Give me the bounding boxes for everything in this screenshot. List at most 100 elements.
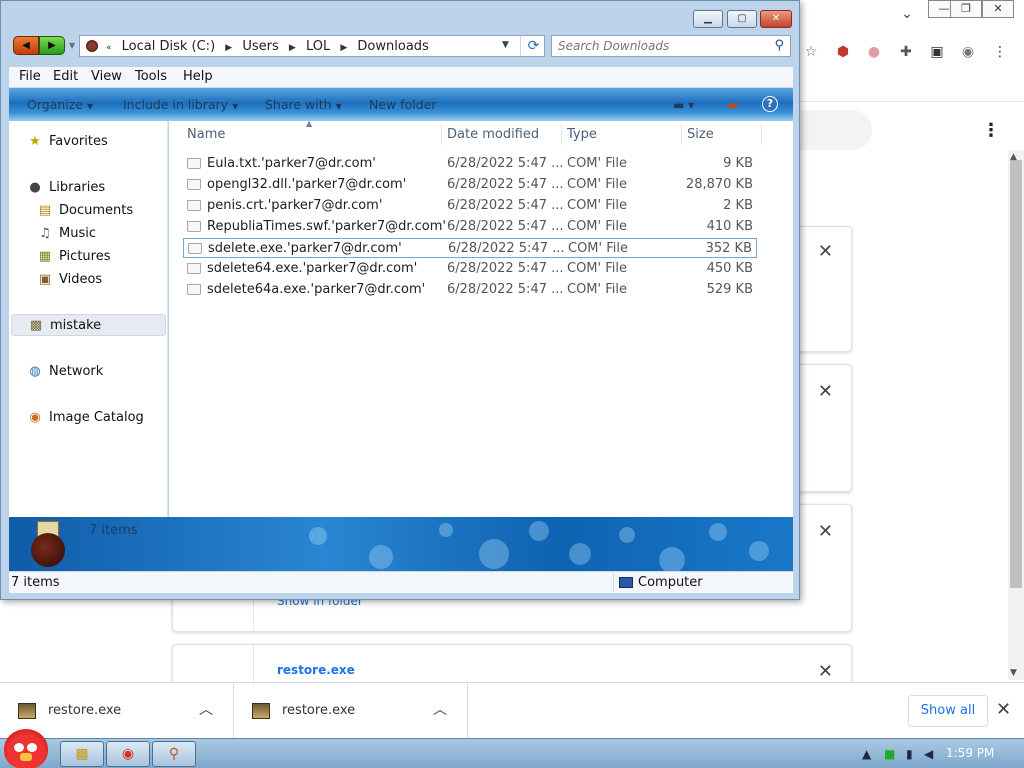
close-shelf-icon[interactable]: ✕: [996, 699, 1011, 720]
music-icon: ♫: [39, 226, 51, 241]
file-size: 28,870 KB: [685, 177, 753, 192]
file-icon: [187, 221, 201, 232]
file-row[interactable]: RepubliaTimes.swf.'parker7@dr.com' 6/28/…: [183, 217, 757, 237]
file-name: penis.crt.'parker7@dr.com': [207, 198, 383, 213]
close-button[interactable]: ✕: [760, 10, 792, 28]
downloads-more-icon[interactable]: ⋮: [982, 120, 1000, 141]
search-app-taskbar-icon[interactable]: ⚲: [152, 741, 196, 767]
maximize-button[interactable]: ▢: [727, 10, 757, 28]
chevron-up-icon[interactable]: ︿: [199, 699, 213, 719]
file-date: 6/28/2022 5:47 ...: [447, 261, 564, 276]
forward-arrow-icon[interactable]: ▶: [39, 36, 65, 55]
nav-music[interactable]: ♫ Music: [9, 223, 168, 245]
remove-download-icon[interactable]: ✕: [818, 241, 833, 262]
menu-edit[interactable]: Edit: [53, 69, 78, 84]
nav-libraries[interactable]: ● Libraries: [9, 177, 168, 199]
scroll-down-icon[interactable]: ▼: [1010, 668, 1017, 678]
chevron-up-icon[interactable]: ︿: [433, 699, 447, 719]
show-all-button[interactable]: Show all: [908, 695, 988, 727]
bookmark-star-icon[interactable]: ☆: [801, 42, 821, 62]
remove-download-icon[interactable]: ✕: [818, 381, 833, 402]
breadcrumb-overflow-icon[interactable]: «: [106, 43, 112, 53]
network-tray-icon[interactable]: ▮: [906, 747, 913, 761]
taskbar-clock[interactable]: 1:59 PM: [946, 746, 994, 760]
shelf-file-name: restore.exe: [282, 703, 356, 718]
explorer-window: ▁ ▢ ✕ ◀ ▶ ▼ « Local Disk (C:) ▶ Users ▶ …: [0, 0, 800, 600]
explorer-taskbar-icon[interactable]: ▩: [60, 741, 104, 767]
help-icon[interactable]: ?: [762, 96, 778, 112]
nav-documents[interactable]: ▤ Documents: [9, 200, 168, 222]
browser-close-button[interactable]: ✕: [982, 0, 1014, 18]
column-name[interactable]: Name: [187, 127, 225, 142]
scroll-up-icon[interactable]: ▲: [1010, 152, 1017, 162]
preview-pane-icon[interactable]: ▬: [727, 98, 738, 112]
file-date: 6/28/2022 5:47 ...: [447, 156, 564, 171]
start-button-icon[interactable]: [4, 729, 48, 768]
minimize-button[interactable]: ▁: [693, 10, 723, 28]
browser-menu-icon[interactable]: ⋮: [990, 42, 1010, 62]
volume-icon[interactable]: ◀: [924, 747, 933, 761]
menu-tools[interactable]: Tools: [135, 69, 167, 84]
share-with-button[interactable]: Share with ▼: [265, 97, 342, 112]
breadcrumb-downloads[interactable]: Downloads: [357, 39, 428, 54]
file-row[interactable]: Eula.txt.'parker7@dr.com' 6/28/2022 5:47…: [183, 154, 757, 174]
organize-button[interactable]: Organize ▼: [27, 97, 93, 112]
battery-icon[interactable]: ■: [884, 747, 895, 761]
shelf-item[interactable]: restore.exe ︿: [234, 683, 468, 739]
refresh-icon[interactable]: ⟳: [520, 36, 546, 56]
include-in-library-button[interactable]: Include in library ▼: [123, 97, 238, 112]
extensions-puzzle-icon[interactable]: ✚: [896, 42, 916, 62]
search-input[interactable]: [558, 38, 768, 54]
file-row[interactable]: penis.crt.'parker7@dr.com' 6/28/2022 5:4…: [183, 196, 757, 216]
side-panel-icon[interactable]: ▣: [927, 42, 947, 62]
nav-image-catalog[interactable]: ◉ Image Catalog: [9, 407, 168, 429]
file-row[interactable]: opengl32.dll.'parker7@dr.com' 6/28/2022 …: [183, 175, 757, 195]
scrollbar-thumb[interactable]: [1010, 160, 1022, 588]
file-icon: [187, 284, 201, 295]
tab-search-chevron-icon[interactable]: ⌄: [897, 6, 917, 26]
recent-pages-chevron-icon[interactable]: ▼: [69, 41, 75, 50]
file-size: 2 KB: [723, 198, 753, 213]
browser-restore-button[interactable]: ❐: [950, 0, 982, 18]
search-box[interactable]: ⚲: [551, 35, 791, 57]
menu-help[interactable]: Help: [183, 69, 213, 84]
breadcrumb-local-disk[interactable]: Local Disk (C:): [122, 39, 215, 54]
nav-favorites[interactable]: ★ Favorites: [9, 131, 168, 153]
breadcrumb-separator-icon[interactable]: ▶: [340, 43, 347, 53]
file-size: 9 KB: [723, 156, 753, 171]
change-view-icon[interactable]: ▬ ▾: [673, 98, 694, 112]
nav-mistake[interactable]: ▩ mistake: [11, 314, 166, 336]
breadcrumb-lol[interactable]: LOL: [306, 39, 330, 54]
show-hidden-icons-icon[interactable]: ▲: [862, 747, 871, 761]
menu-view[interactable]: View: [91, 69, 122, 84]
ublock-extension-icon[interactable]: ⬢: [833, 42, 853, 62]
column-size[interactable]: Size: [687, 127, 714, 142]
taskbar: ▩ ◉ ⚲ ▲ ■ ▮ ◀ 1:59 PM: [0, 729, 1024, 768]
download-file-name[interactable]: restore.exe: [277, 663, 355, 677]
address-bar[interactable]: « Local Disk (C:) ▶ Users ▶ LOL ▶ Downlo…: [79, 35, 545, 57]
column-type[interactable]: Type: [567, 127, 597, 142]
file-date: 6/28/2022 5:47 ...: [447, 282, 564, 297]
downloads-search-bar[interactable]: [800, 110, 872, 150]
breadcrumb-separator-icon[interactable]: ▶: [289, 43, 296, 53]
remove-download-icon[interactable]: ✕: [818, 521, 833, 542]
breadcrumb-users[interactable]: Users: [242, 39, 278, 54]
remove-download-icon[interactable]: ✕: [818, 661, 833, 682]
menu-file[interactable]: File: [19, 69, 41, 84]
file-row-selected[interactable]: sdelete.exe.'parker7@dr.com' 6/28/2022 5…: [183, 238, 757, 258]
profile-avatar-icon[interactable]: ◉: [958, 42, 978, 62]
back-arrow-icon[interactable]: ◀: [13, 36, 39, 55]
file-row[interactable]: sdelete64a.exe.'parker7@dr.com' 6/28/202…: [183, 280, 757, 300]
extension-icon[interactable]: ●: [864, 42, 884, 62]
new-folder-button[interactable]: New folder: [369, 97, 437, 112]
computer-icon: [619, 577, 633, 588]
nav-network[interactable]: ◍ Network: [9, 361, 168, 383]
nav-videos[interactable]: ▣ Videos: [9, 269, 168, 291]
column-date-modified[interactable]: Date modified: [447, 127, 539, 142]
address-dropdown-icon[interactable]: ▼: [502, 40, 509, 50]
breadcrumb-separator-icon[interactable]: ▶: [225, 43, 232, 53]
search-icon[interactable]: ⚲: [774, 38, 784, 53]
file-row[interactable]: sdelete64.exe.'parker7@dr.com' 6/28/2022…: [183, 259, 757, 279]
chrome-taskbar-icon[interactable]: ◉: [106, 741, 150, 767]
nav-pictures[interactable]: ▦ Pictures: [9, 246, 168, 268]
